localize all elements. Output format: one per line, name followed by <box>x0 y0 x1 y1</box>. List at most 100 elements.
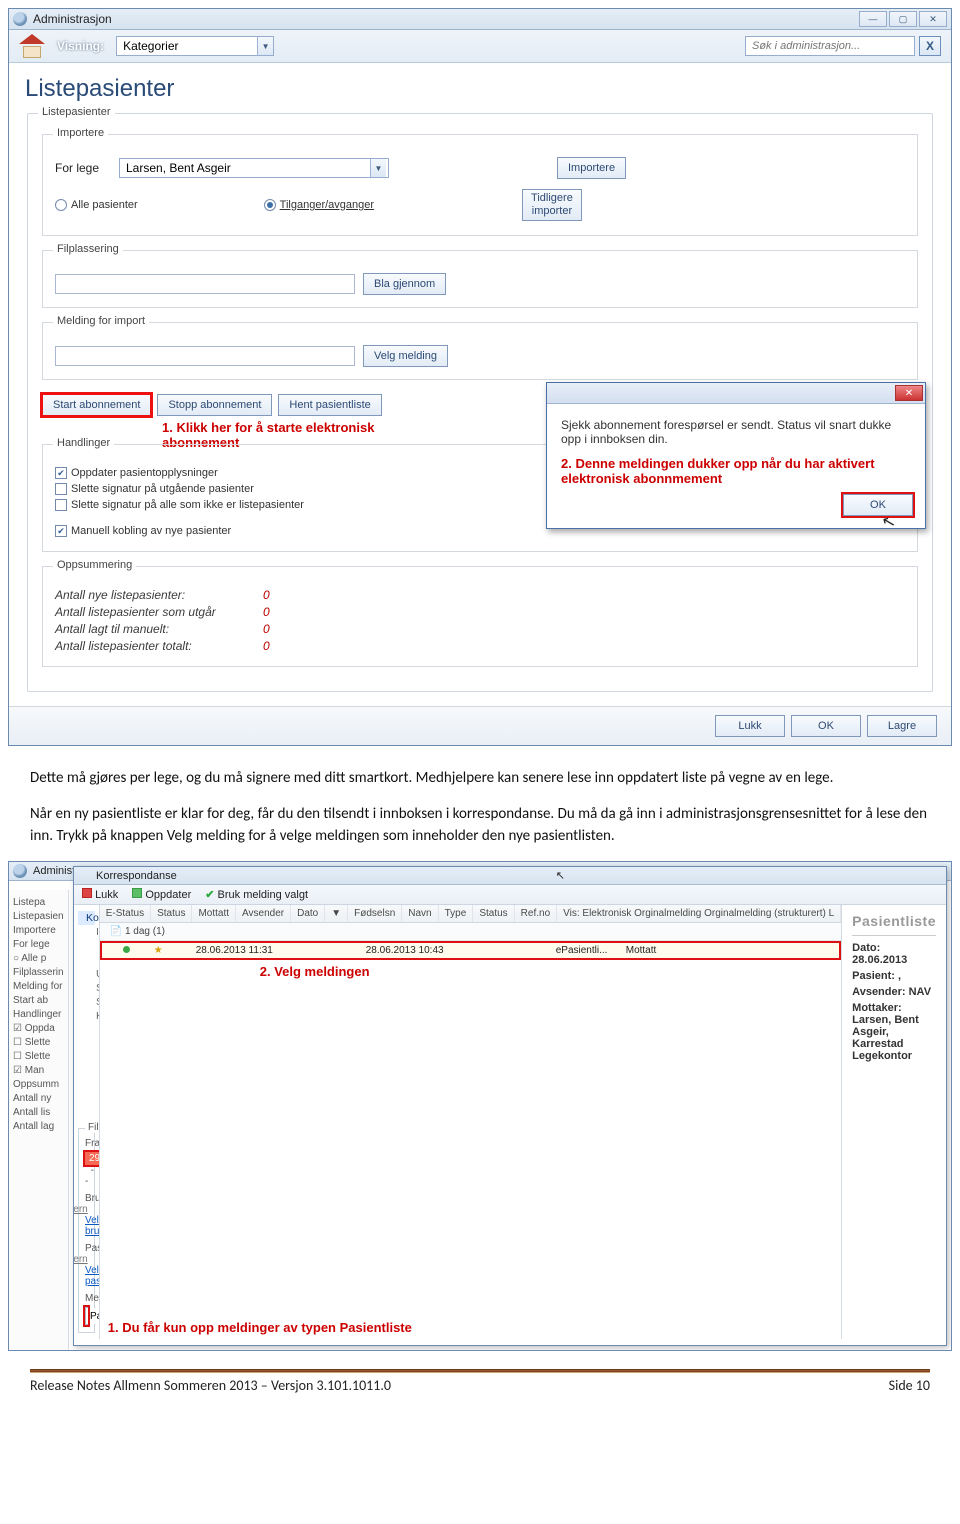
filter-fra-label: Fra <box>85 1138 100 1149</box>
velg-pasient-link[interactable]: Velg pasient <box>85 1265 100 1287</box>
window-max-button[interactable]: ▢ <box>889 11 917 27</box>
panel-legend: Listepasienter <box>38 106 115 118</box>
list-header-cell[interactable]: Avsender <box>236 905 291 922</box>
list-header-cell[interactable]: Dato <box>291 905 325 922</box>
bg-strip-item: Oppsumm <box>13 1079 64 1090</box>
bg-strip-item: Start ab <box>13 995 64 1006</box>
sum-v1: 0 <box>263 588 277 602</box>
admin-titlebar: Administrasjon — ▢ ✕ <box>9 9 951 30</box>
bg-strip-item: ☑ Man <box>13 1065 64 1076</box>
list-header-cell[interactable]: Status <box>473 905 514 922</box>
radio-tilganger-label: Tilganger/avganger <box>280 199 374 211</box>
forlege-combo[interactable]: ▼ <box>119 158 389 178</box>
house-icon <box>19 34 45 58</box>
bg-strip-item: ☐ Slette <box>13 1037 64 1048</box>
detail-avsender: Avsender: NAV <box>852 986 936 998</box>
filter-til-date[interactable]: -- <box>85 1165 94 1187</box>
bg-strip-item: ☐ Slette <box>13 1051 64 1062</box>
list-header-cell[interactable]: E-Status <box>100 905 151 922</box>
tree-sendte[interactable]: Sendte elementer <box>78 995 96 1009</box>
tree-utboks[interactable]: Utboks <box>78 967 96 981</box>
list-header-cell[interactable]: ▼ <box>325 905 348 922</box>
bla-gjennom-button[interactable]: Bla gjennom <box>363 273 446 295</box>
tool-oppdater[interactable]: Oppdater <box>132 888 191 901</box>
list-header-cell[interactable]: Ref.no <box>515 905 557 922</box>
tree-systemmeldinger[interactable]: Systemmeldinger <box>78 953 100 967</box>
filter-fra-date[interactable]: 29.05.2013 <box>85 1152 100 1165</box>
chk-slette-utgaende[interactable]: Slette signatur på utgående pasienter <box>55 483 254 495</box>
sum-r2: Antall listepasienter som utgår <box>55 605 245 619</box>
list-header-cell[interactable]: Vis: Elektronisk Orginalmelding Orginalm… <box>557 905 841 922</box>
list-header-cell[interactable]: Navn <box>402 905 438 922</box>
admin-search-input[interactable] <box>745 36 915 56</box>
list-header-cell[interactable]: Status <box>151 905 192 922</box>
chk-oppdater[interactable]: Oppdater pasientopplysninger <box>55 467 218 479</box>
meld-legend: Melding for import <box>53 315 149 327</box>
stopp-abonnement-button[interactable]: Stopp abonnement <box>157 394 272 416</box>
admin2-title: Administr <box>33 865 79 877</box>
bg-strip-item: Importere <box>13 925 64 936</box>
filter-box: Filtrering Fra Til 29.05.2013 -- BrukerF… <box>78 1128 95 1333</box>
meldingstype-value[interactable] <box>86 1308 100 1324</box>
melding-group: Melding for import Velg melding <box>42 322 918 380</box>
annotation-2: 2. Denne meldingen dukker opp når du har… <box>547 450 925 486</box>
list-header-cell[interactable]: Mottatt <box>192 905 236 922</box>
radio-tilganger[interactable]: Tilganger/avganger <box>264 199 374 211</box>
message-list-header: E-StatusStatusMottattAvsenderDato▼Fødsel… <box>100 905 841 923</box>
para-2: Når en ny pasientliste er klar for deg, … <box>30 805 927 845</box>
chk-slette-alle[interactable]: Slette signatur på alle som ikke er list… <box>55 499 304 511</box>
dialog-ok-button[interactable]: OK <box>843 494 913 516</box>
filplassering-input[interactable] <box>55 274 355 294</box>
hent-pasientliste-button[interactable]: Hent pasientliste <box>278 394 381 416</box>
lagre-button[interactable]: Lagre <box>867 715 937 737</box>
tool-bruk-label: Bruk melding valgt <box>218 889 309 901</box>
list-header-cell[interactable]: Fødselsn <box>348 905 402 922</box>
row-dato: 28.06.2013 10:43 <box>360 945 460 956</box>
chevron-down-icon[interactable]: ▼ <box>257 37 273 55</box>
detail-pane: Pasientliste Dato: 28.06.2013 Pasient: ,… <box>841 905 946 1339</box>
tree-korrespondanse[interactable]: Korrespondanse <box>78 911 95 925</box>
start-abonnement-button[interactable]: Start abonnement <box>42 394 151 416</box>
visning-value[interactable] <box>117 37 257 55</box>
bg-strip-item: Antall lag <box>13 1121 64 1132</box>
detail-dato: Dato: 28.06.2013 <box>852 942 936 966</box>
meldingstype-combo[interactable]: ▼ <box>85 1307 88 1325</box>
tool-lukk[interactable]: Lukk <box>82 888 118 901</box>
cursor-icon: ↖ <box>556 869 565 882</box>
search-clear-button[interactable]: X <box>919 36 941 56</box>
window-close-button[interactable]: ✕ <box>919 11 947 27</box>
melding-input[interactable] <box>55 346 355 366</box>
ok-button[interactable]: OK <box>791 715 861 737</box>
row-type: ePasientli... <box>550 945 620 956</box>
forlege-value[interactable] <box>120 159 370 177</box>
importere-button[interactable]: Importere <box>557 157 626 179</box>
tree-innboks[interactable]: Innboks <box>78 925 96 939</box>
lukk-button[interactable]: Lukk <box>715 715 785 737</box>
dialog-close-button[interactable]: ✕ <box>895 385 923 401</box>
para-1: Dette må gjøres per lege, og du må signe… <box>30 769 833 787</box>
detail-mottaker: Mottaker: Larsen, Bent Asgeir, Karrestad… <box>852 1002 936 1062</box>
fjern-bruker[interactable]: Fjern <box>74 1204 88 1215</box>
chevron-down-icon[interactable]: ▼ <box>370 159 386 177</box>
tool-bruk[interactable]: ✔ Bruk melding valgt <box>205 888 308 901</box>
tree-arkiv[interactable]: Arkiv - Innboks <box>78 939 100 953</box>
list-header-cell[interactable]: Type <box>439 905 474 922</box>
bg-strip-item: Listepa <box>13 897 64 908</box>
status-dot-icon <box>123 946 130 953</box>
visning-combo[interactable]: ▼ <box>116 36 274 56</box>
tree-kladd[interactable]: Kladd <box>78 1009 96 1023</box>
filter-legend: Filtrering <box>85 1122 100 1133</box>
fjern-pasient[interactable]: Fjern <box>74 1254 88 1265</box>
day-label: 1 dag (1) <box>125 926 165 937</box>
tree-slettede[interactable]: Slettede elementer <box>78 981 96 995</box>
velg-melding-button[interactable]: Velg melding <box>363 345 448 367</box>
window-min-button[interactable]: — <box>859 11 887 27</box>
chk-manuell[interactable]: Manuell kobling av nye pasienter <box>55 525 231 537</box>
tidligere-importer-button[interactable]: Tidligere importer <box>522 189 582 221</box>
velg-bruker-link[interactable]: Velg bruker <box>85 1215 100 1237</box>
footer-right: Side 10 <box>889 1377 930 1394</box>
dialog-text: Sjekk abonnement forespørsel er sendt. S… <box>547 404 925 450</box>
message-row[interactable]: ★ 28.06.2013 11:31 28.06.2013 10:43 ePas… <box>102 943 839 958</box>
radio-alle[interactable]: Alle pasienter <box>55 199 138 211</box>
bg-strip-item: For lege <box>13 939 64 950</box>
